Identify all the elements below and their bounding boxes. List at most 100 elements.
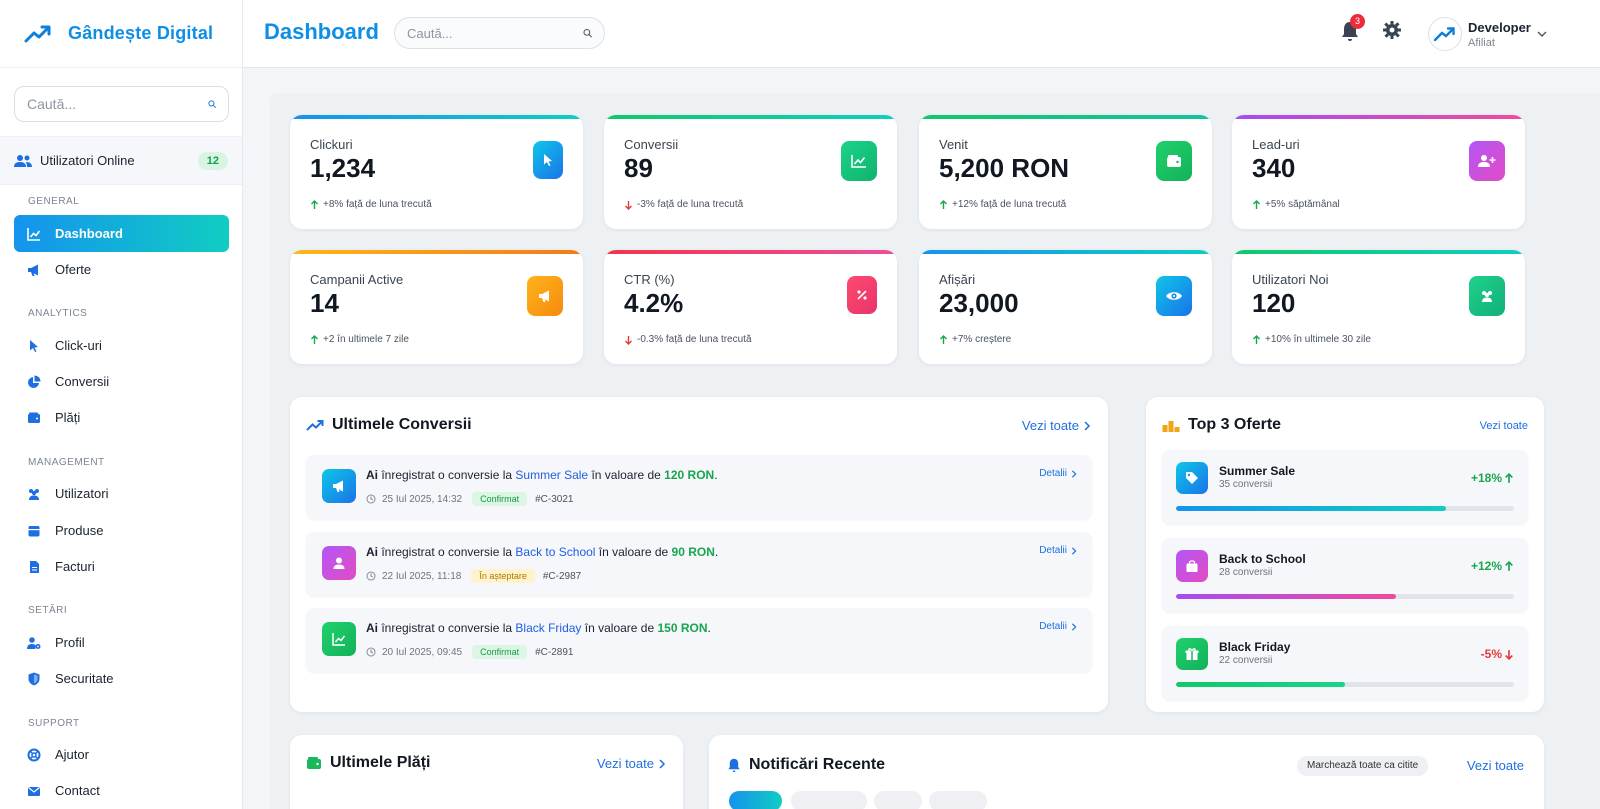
section-setari: SETĂRI <box>28 605 68 616</box>
offer-item[interactable]: Back to School 28 conversii +12% <box>1162 538 1528 612</box>
offer-item[interactable]: Summer Sale 35 conversii +18% <box>1162 450 1528 524</box>
conversion-meta: 20 Iul 2025, 09:45 Confirmat #C-2891 <box>366 645 573 659</box>
stat-trend: +7% creștere <box>939 334 1011 345</box>
online-users[interactable]: Utilizatori Online 12 <box>0 136 242 185</box>
panel-title-text: Ultimele Plăți <box>330 754 431 771</box>
sidebar-item-contact[interactable]: Contact <box>14 772 229 809</box>
conversion-meta: 25 Iul 2025, 14:32 Confirmat #C-3021 <box>366 492 573 506</box>
section-analytics: ANALYTICS <box>28 308 88 319</box>
recent-notifications-title: Notificări Recente <box>727 756 885 774</box>
status-badge: În așteptare <box>471 569 535 583</box>
offer-item[interactable]: Black Friday 22 conversii -5% <box>1162 626 1528 700</box>
arrow-up-icon <box>1505 560 1513 571</box>
percent-icon <box>847 276 877 314</box>
sidebar-item-conversii[interactable]: Conversii <box>14 363 229 400</box>
stat-trend: -3% față de luna trecută <box>624 199 743 210</box>
brand[interactable]: Gândește Digital <box>0 0 242 68</box>
offer-change: +18% <box>1471 471 1514 485</box>
sidebar-item-profil[interactable]: Profil <box>14 624 229 661</box>
conversion-details-link[interactable]: Detalii <box>1039 545 1078 556</box>
user-name: Developer <box>1468 19 1531 35</box>
notifications-view-all-link[interactable]: Vezi toate <box>1467 758 1524 773</box>
clock-icon <box>366 494 376 504</box>
sidebar-item-label: Oferte <box>55 262 92 277</box>
payments-view-all-link[interactable]: Vezi toate <box>597 756 667 771</box>
conversion-offer-link[interactable]: Black Friday <box>515 621 581 635</box>
user-icon <box>322 546 356 580</box>
sidebar-item-ajutor[interactable]: Ajutor <box>14 736 229 773</box>
notifications-button[interactable]: 3 <box>1340 14 1365 44</box>
status-badge: Confirmat <box>472 492 528 506</box>
sidebar-item-produse[interactable]: Produse <box>14 512 229 549</box>
stat-trend-text: +8% față de luna trecută <box>323 199 432 210</box>
stat-value: 340 <box>1252 153 1296 183</box>
sidebar-item-oferte[interactable]: Oferte <box>14 251 229 288</box>
offer-name: Summer Sale <box>1219 464 1296 478</box>
sidebar-item-utilizatori[interactable]: Utilizatori <box>14 475 229 512</box>
stat-trend: +5% săptămânal <box>1252 199 1340 210</box>
trending-up-icon <box>1434 27 1455 42</box>
conversion-details-link[interactable]: Detalii <box>1039 468 1078 479</box>
conversion-id: #C-2891 <box>535 646 574 658</box>
settings-button[interactable] <box>1382 20 1406 44</box>
stat-card-conversii[interactable]: Conversii 89 -3% față de luna trecută <box>604 115 897 229</box>
sidebar-item-plati[interactable]: Plăți <box>14 399 229 436</box>
conversion-offer-link[interactable]: Summer Sale <box>515 468 588 482</box>
clock-icon <box>366 571 376 581</box>
conversions-view-all-link[interactable]: Vezi toate <box>1022 418 1092 433</box>
stat-card-campanii-active[interactable]: Campanii Active 14 +2 în ultimele 7 zile <box>290 250 583 364</box>
stat-card-utilizatori-noi[interactable]: Utilizatori Noi 120 +10% în ultimele 30 … <box>1232 250 1525 364</box>
conversion-item[interactable]: Ai înregistrat o conversie la Summer Sal… <box>306 455 1092 519</box>
stat-value: 89 <box>624 153 653 183</box>
conversion-offer-link[interactable]: Back to School <box>515 545 595 559</box>
sidebar-item-facturi[interactable]: Facturi <box>14 548 229 585</box>
sidebar-item-dashboard[interactable]: Dashboard <box>14 215 229 252</box>
search-icon[interactable] <box>583 26 592 40</box>
chevron-right-icon <box>1084 420 1091 431</box>
top-offers-view-all-link[interactable]: Vezi toate <box>1480 420 1528 432</box>
sidebar-item-securitate[interactable]: Securitate <box>14 660 229 697</box>
conversion-date: 25 Iul 2025, 14:32 <box>382 493 463 505</box>
stat-trend-text: +10% în ultimele 30 zile <box>1265 334 1371 345</box>
conversion-item[interactable]: Ai înregistrat o conversie la Back to Sc… <box>306 532 1092 596</box>
offer-progress-fill <box>1176 682 1345 687</box>
header-search-input[interactable] <box>407 25 583 41</box>
user-menu[interactable]: Developer Afiliat <box>1428 16 1548 52</box>
offer-progress-fill <box>1176 506 1447 511</box>
conversion-id: #C-3021 <box>535 493 574 505</box>
mark-all-read-button[interactable]: Marchează toate ca citite <box>1297 756 1429 776</box>
stat-card-lead-uri[interactable]: Lead-uri 340 +5% săptămânal <box>1232 115 1525 229</box>
status-badge: Confirmat <box>472 645 528 659</box>
eye-icon <box>1156 276 1192 316</box>
stat-card-afisari[interactable]: Afișări 23,000 +7% creștere <box>919 250 1212 364</box>
link-text: Vezi toate <box>1021 418 1079 433</box>
sidebar-item-click-uri[interactable]: Click-uri <box>14 327 229 364</box>
stat-label: CTR (%) <box>624 272 675 287</box>
offer-progress-track <box>1176 682 1514 687</box>
stat-card-clickuri[interactable]: Clickuri 1,234 +8% față de luna trecută <box>290 115 583 229</box>
conversion-item[interactable]: Ai înregistrat o conversie la Black Frid… <box>306 608 1092 672</box>
wallet-icon <box>1156 141 1192 181</box>
search-icon[interactable] <box>208 97 216 111</box>
stat-value: 4.2% <box>624 288 684 318</box>
panel-title-text: Ultimele Conversii <box>332 416 472 433</box>
envelope-icon <box>28 786 40 796</box>
stat-card-ctr[interactable]: CTR (%) 4.2% -0.3% față de luna trecută <box>604 250 897 364</box>
filter-tab-active[interactable] <box>729 791 782 809</box>
top-offers-panel: Top 3 Oferte Vezi toate Summer Sale 35 c… <box>1146 397 1544 712</box>
users-icon <box>1469 276 1505 316</box>
sidebar-search-input[interactable] <box>27 96 208 112</box>
arrow-down-icon <box>625 335 632 345</box>
filter-tab[interactable] <box>791 791 867 809</box>
conversion-details-link[interactable]: Detalii <box>1039 621 1078 632</box>
chevron-right-icon <box>1071 622 1077 631</box>
sidebar-item-label: Conversii <box>55 374 110 389</box>
conversion-message: Ai înregistrat o conversie la Back to Sc… <box>366 545 719 559</box>
filter-tab[interactable] <box>874 791 922 809</box>
filter-tab[interactable] <box>929 791 987 809</box>
stat-card-venit[interactable]: Venit 5,200 RON +12% față de luna trecut… <box>919 115 1212 229</box>
offer-conversions: 35 conversii <box>1219 479 1273 490</box>
brand-name: Gândește Digital <box>68 23 214 43</box>
chart-line-icon <box>322 622 356 656</box>
podium-icon <box>1162 421 1180 432</box>
